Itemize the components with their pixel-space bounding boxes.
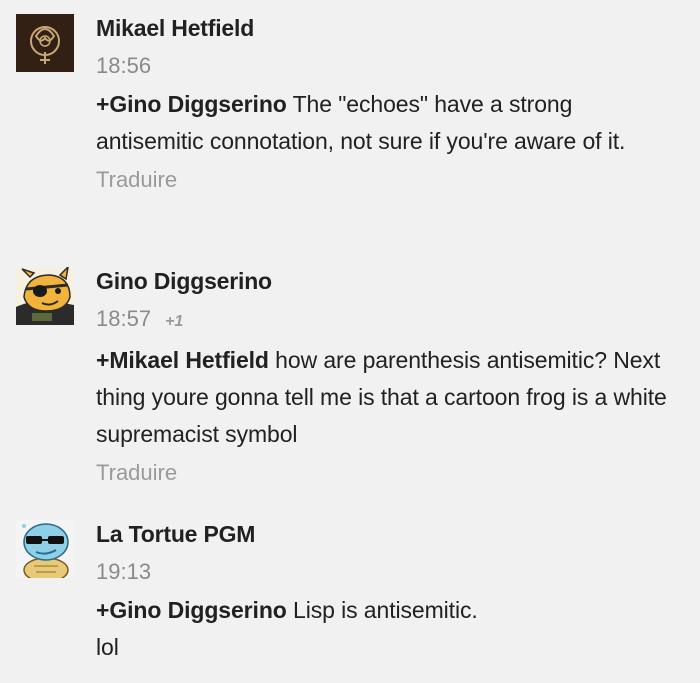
- time-label[interactable]: 18:57: [96, 306, 151, 331]
- author-name[interactable]: La Tortue PGM: [96, 520, 686, 548]
- avatar-emblem-image: [16, 14, 74, 72]
- avatar-cartoon-image: [16, 267, 74, 325]
- author-name[interactable]: Gino Diggserino: [96, 267, 686, 295]
- translate-button[interactable]: Traduire: [96, 459, 686, 487]
- comment-body: Gino Diggserino 18:57 +1 +Mikael Hetfield…: [96, 267, 686, 487]
- translate-button[interactable]: Traduire: [96, 166, 686, 194]
- comment-body: La Tortue PGM 19:13 +Gino Diggserino Lis…: [96, 520, 686, 666]
- avatar[interactable]: [16, 267, 74, 325]
- comment-body: Mikael Hetfield 18:56 +Gino Diggserino T…: [96, 14, 686, 194]
- comment-content-line2: lol: [96, 634, 119, 660]
- mention-link[interactable]: +Gino Diggserino: [96, 91, 287, 117]
- timestamp: 18:57 +1: [96, 305, 686, 336]
- comment-text: +Gino Diggserino Lisp is antisemitic. lol: [96, 592, 686, 666]
- time-label[interactable]: 19:13: [96, 559, 151, 584]
- comment-text: +Gino Diggserino The "echoes" have a str…: [96, 86, 686, 160]
- mention-link[interactable]: +Mikael Hetfield: [96, 347, 269, 373]
- time-label[interactable]: 18:56: [96, 53, 151, 78]
- author-name[interactable]: Mikael Hetfield: [96, 14, 686, 42]
- avatar-turtle-image: [16, 520, 74, 578]
- timestamp: 18:56: [96, 52, 686, 80]
- plus-one-count[interactable]: +1: [165, 313, 183, 330]
- comment-text: +Mikael Hetfield how are parenthesis ant…: [96, 342, 686, 453]
- mention-link[interactable]: +Gino Diggserino: [96, 597, 287, 623]
- comment-content: Lisp is antisemitic.: [286, 597, 478, 623]
- avatar[interactable]: [16, 520, 74, 578]
- timestamp: 19:13: [96, 558, 686, 586]
- avatar[interactable]: [16, 14, 74, 72]
